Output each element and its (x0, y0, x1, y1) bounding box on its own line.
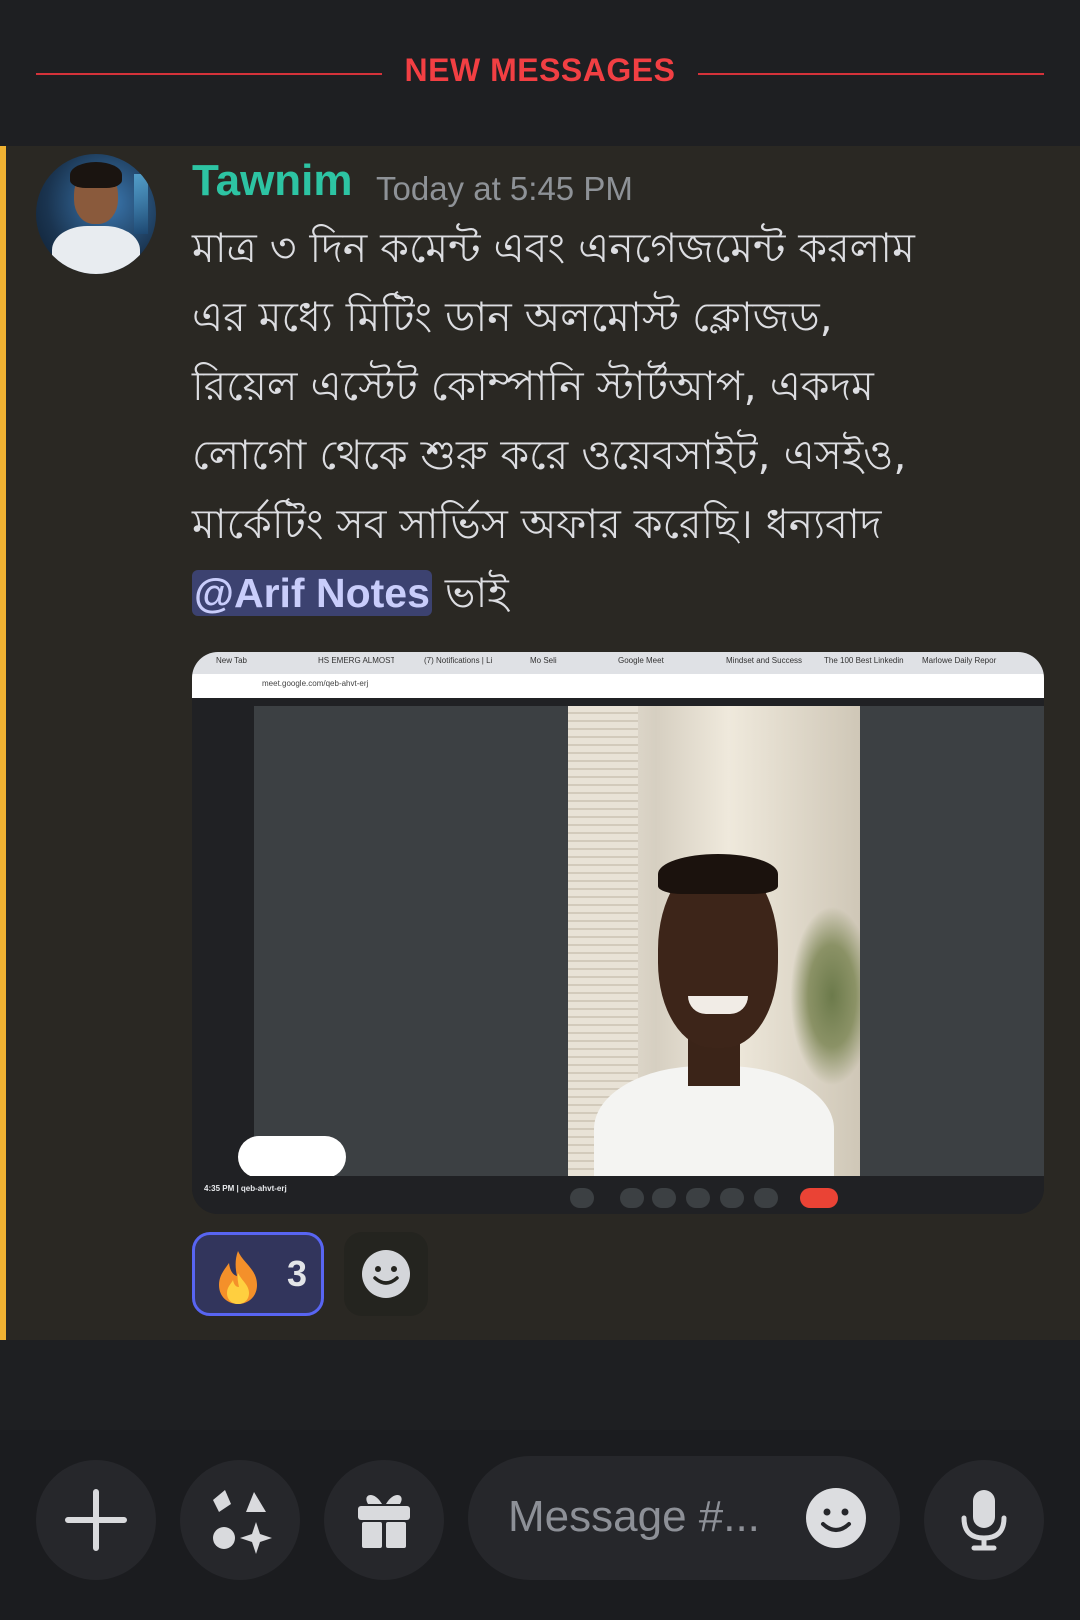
participant-video (568, 706, 860, 1176)
meet-emoji-icon (686, 1188, 710, 1208)
plus-icon (65, 1489, 127, 1551)
voice-message-button[interactable] (924, 1460, 1044, 1580)
apps-icon (213, 1490, 272, 1554)
message-timestamp: Today at 5:45 PM (376, 170, 633, 207)
meet-hand-icon (754, 1188, 778, 1208)
gift-icon (358, 1494, 410, 1548)
emoji-icon (806, 1488, 866, 1548)
image-attachment[interactable]: New Tab HS EMERG ALMOST (7) Notification… (192, 652, 1044, 1214)
meet-captions-icon (652, 1188, 676, 1208)
browser-tab: Marlowe Daily Repor (922, 656, 997, 665)
mention-highlight-bar (0, 146, 6, 1340)
message-author[interactable]: Tawnim (192, 156, 353, 206)
add-reaction-button[interactable] (344, 1232, 428, 1316)
add-reaction-icon (362, 1250, 410, 1298)
message-line: লোগো থেকে শুরু করে ওয়েবসাইট, এসইও, (192, 431, 907, 479)
browser-tab: The 100 Best Linkedin (824, 656, 904, 665)
emoji-picker-button[interactable] (804, 1486, 868, 1550)
microphone-icon (961, 1490, 1007, 1551)
gift-button[interactable] (324, 1460, 444, 1580)
reaction-count: 3 (287, 1253, 308, 1294)
avatar[interactable] (36, 154, 156, 274)
browser-tab: Mindset and Success (726, 656, 803, 665)
fire-emoji-icon (219, 1251, 257, 1304)
message-line: @Arif Notes ভাই (192, 559, 1052, 628)
redacted-name (238, 1136, 346, 1178)
meet-camera-icon (620, 1188, 644, 1208)
browser-tab: Google Meet (618, 656, 664, 665)
browser-tab: Mo Seli (530, 656, 557, 665)
meet-present-icon (720, 1188, 744, 1208)
meet-end-call-icon (800, 1188, 838, 1208)
browser-tab: New Tab (216, 656, 247, 665)
divider-line-right (698, 73, 1044, 75)
browser-tab-strip: New Tab HS EMERG ALMOST (7) Notification… (192, 652, 1044, 674)
meet-mic-icon (570, 1188, 594, 1208)
browser-url: meet.google.com/qeb-ahvt-erj (262, 679, 369, 688)
meet-info: 4:35 PM | qeb-ahvt-erj (204, 1184, 287, 1193)
meet-toolbar (192, 1176, 1044, 1214)
message-line: রিয়েল এস্টেট কোম্পানি স্টার্টআপ, একদম (192, 362, 874, 410)
browser-tab: (7) Notifications | Li (424, 656, 493, 665)
message-line: মাত্র ৩ দিন কমেন্ট এবং এনগেজমেন্ট করলাম (192, 224, 915, 272)
message-line: মার্কেটিং সব সার্ভিস অফার করেছি। ধন্যবাদ (192, 500, 882, 548)
message-input-placeholder: Message #... (508, 1492, 760, 1541)
user-mention[interactable]: @Arif Notes (192, 570, 432, 616)
message-item[interactable]: Tawnim Today at 5:45 PM মাত্র ৩ দিন কমেন… (0, 146, 1080, 1340)
new-messages-label: NEW MESSAGES (404, 52, 676, 88)
apps-button[interactable] (180, 1460, 300, 1580)
browser-tab: HS EMERG ALMOST (318, 656, 394, 665)
divider-line-left (36, 73, 382, 75)
message-line-tail: ভাই (431, 569, 509, 617)
attach-button[interactable] (36, 1460, 156, 1580)
message-line: এর মধ্যে মিটিং ডান অলমোস্ট ক্লোজড, (192, 293, 833, 341)
new-messages-divider: NEW MESSAGES (0, 0, 1080, 146)
reaction-fire[interactable]: 3 (192, 1232, 324, 1316)
message-content: মাত্র ৩ দিন কমেন্ট এবং এনগেজমেন্ট করলাম … (192, 214, 1052, 628)
